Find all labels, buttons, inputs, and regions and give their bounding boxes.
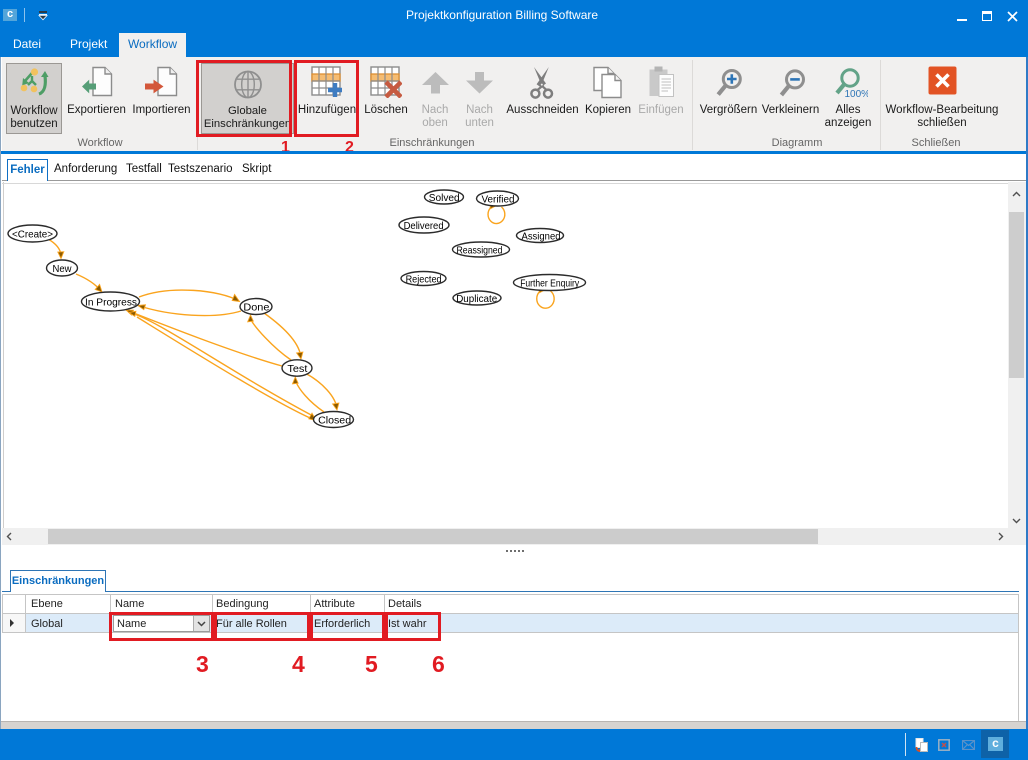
svg-text:Assigned: Assigned xyxy=(522,231,561,243)
svg-text:Rejected: Rejected xyxy=(406,274,442,286)
svg-text:Closed: Closed xyxy=(318,415,351,427)
svg-text:<Create>: <Create> xyxy=(12,229,53,241)
svg-text:Further Enquiry: Further Enquiry xyxy=(520,278,580,290)
svg-text:Delivered: Delivered xyxy=(404,220,444,232)
svg-text:Solved: Solved xyxy=(429,192,460,204)
svg-text:In Progress: In Progress xyxy=(85,297,137,309)
svg-text:Reassigned: Reassigned xyxy=(457,245,503,257)
svg-text:Done: Done xyxy=(243,302,269,314)
svg-text:Verified: Verified xyxy=(482,194,515,206)
svg-text:Test: Test xyxy=(287,363,307,375)
svg-text:New: New xyxy=(53,263,72,275)
svg-text:Duplicate: Duplicate xyxy=(456,293,497,305)
svg-text:100%: 100% xyxy=(845,89,869,98)
